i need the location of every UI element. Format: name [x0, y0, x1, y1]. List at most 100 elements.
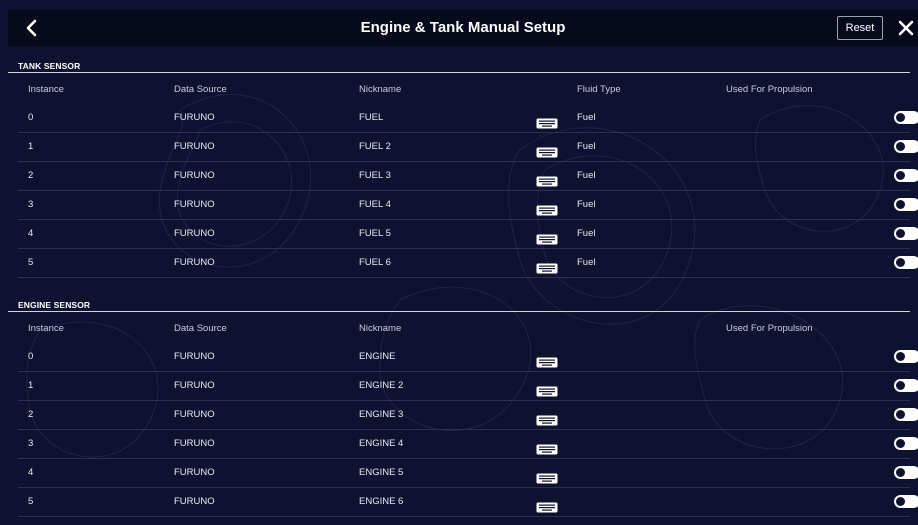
- propulsion-toggle[interactable]: [894, 379, 918, 392]
- keyboard-icon[interactable]: [536, 380, 558, 397]
- table-row: 4 FURUNO ENGINE 5: [18, 458, 918, 488]
- propulsion-toggle[interactable]: [894, 466, 918, 479]
- fluid-type-cell[interactable]: Fuel: [577, 132, 595, 161]
- engine-sensor-divider: [8, 311, 910, 312]
- table-row: 3 FURUNO FUEL 4 Fuel: [18, 190, 918, 220]
- table-row: 0 FURUNO FUEL Fuel: [18, 103, 918, 133]
- toggle-knob: [896, 200, 905, 209]
- toggle-knob: [896, 258, 905, 267]
- fluid-type-cell[interactable]: Fuel: [577, 219, 595, 248]
- data-source-cell: FURUNO: [174, 199, 215, 210]
- instance-cell: 2: [28, 170, 34, 181]
- fluid-type-cell[interactable]: Fuel: [577, 161, 595, 190]
- fluid-type-cell[interactable]: Fuel: [577, 248, 595, 277]
- col-propulsion-header: Used For Propulsion: [726, 84, 813, 95]
- engine-sensor-title: ENGINE SENSOR: [18, 300, 91, 310]
- col-instance-header: Instance: [28, 84, 64, 95]
- table-row: 5 FURUNO FUEL 6 Fuel: [18, 248, 918, 278]
- instance-cell: 3: [28, 199, 34, 210]
- instance-cell: 4: [28, 467, 34, 478]
- instance-cell: 2: [28, 409, 34, 420]
- keyboard-icon[interactable]: [536, 141, 558, 158]
- table-row: 5 FURUNO ENGINE 6: [18, 487, 918, 517]
- propulsion-toggle[interactable]: [894, 140, 918, 153]
- table-row: 4 FURUNO FUEL 5 Fuel: [18, 219, 918, 249]
- data-source-cell: FURUNO: [174, 228, 215, 239]
- fluid-type-cell[interactable]: Fuel: [577, 103, 595, 132]
- table-row: 0 FURUNO ENGINE: [18, 342, 918, 372]
- propulsion-toggle[interactable]: [894, 198, 918, 211]
- propulsion-toggle[interactable]: [894, 169, 918, 182]
- toggle-knob: [896, 352, 905, 361]
- nickname-cell[interactable]: ENGINE 2: [359, 371, 403, 400]
- col-instance-header: Instance: [28, 323, 64, 334]
- close-button[interactable]: [896, 18, 916, 38]
- nickname-cell[interactable]: ENGINE 6: [359, 487, 403, 516]
- keyboard-icon[interactable]: [536, 170, 558, 187]
- toggle-knob: [896, 468, 905, 477]
- close-icon: [898, 20, 914, 36]
- col-fluid-type-header: Fluid Type: [577, 84, 621, 95]
- toggle-knob: [896, 439, 905, 448]
- keyboard-icon[interactable]: [536, 112, 558, 129]
- keyboard-icon[interactable]: [536, 438, 558, 455]
- nickname-cell[interactable]: FUEL 5: [359, 219, 391, 248]
- table-row: 1 FURUNO ENGINE 2: [18, 371, 918, 401]
- nickname-cell[interactable]: FUEL 4: [359, 190, 391, 219]
- instance-cell: 0: [28, 351, 34, 362]
- instance-cell: 5: [28, 496, 34, 507]
- propulsion-toggle[interactable]: [894, 408, 918, 421]
- header-bar: Engine & Tank Manual Setup Reset: [8, 10, 918, 46]
- keyboard-icon[interactable]: [536, 496, 558, 513]
- toggle-knob: [896, 171, 905, 180]
- keyboard-icon[interactable]: [536, 351, 558, 368]
- propulsion-toggle[interactable]: [894, 350, 918, 363]
- instance-cell: 0: [28, 112, 34, 123]
- nickname-cell[interactable]: FUEL 6: [359, 248, 391, 277]
- data-source-cell: FURUNO: [174, 112, 215, 123]
- propulsion-toggle[interactable]: [894, 227, 918, 240]
- data-source-cell: FURUNO: [174, 496, 215, 507]
- nickname-cell[interactable]: ENGINE 5: [359, 458, 403, 487]
- nickname-cell[interactable]: FUEL: [359, 103, 383, 132]
- instance-cell: 1: [28, 141, 34, 152]
- page-title: Engine & Tank Manual Setup: [360, 19, 566, 36]
- data-source-cell: FURUNO: [174, 141, 215, 152]
- nickname-cell[interactable]: ENGINE: [359, 342, 395, 371]
- col-nickname-header: Nickname: [359, 84, 402, 95]
- reset-button[interactable]: Reset: [837, 16, 883, 40]
- fluid-type-cell[interactable]: Fuel: [577, 190, 595, 219]
- engine-header-row: Instance Data Source Nickname Used For P…: [18, 314, 910, 343]
- nickname-cell[interactable]: FUEL 3: [359, 161, 391, 190]
- propulsion-toggle[interactable]: [894, 437, 918, 450]
- table-row: 3 FURUNO ENGINE 4: [18, 429, 918, 459]
- nickname-cell[interactable]: ENGINE 3: [359, 400, 403, 429]
- keyboard-icon[interactable]: [536, 257, 558, 274]
- nickname-cell[interactable]: FUEL 2: [359, 132, 391, 161]
- data-source-cell: FURUNO: [174, 409, 215, 420]
- keyboard-icon[interactable]: [536, 199, 558, 216]
- table-row: 1 FURUNO FUEL 2 Fuel: [18, 132, 918, 162]
- data-source-cell: FURUNO: [174, 351, 215, 362]
- data-source-cell: FURUNO: [174, 257, 215, 268]
- propulsion-toggle[interactable]: [894, 256, 918, 269]
- keyboard-icon[interactable]: [536, 409, 558, 426]
- instance-cell: 1: [28, 380, 34, 391]
- table-row: 2 FURUNO FUEL 3 Fuel: [18, 161, 918, 191]
- toggle-knob: [896, 113, 905, 122]
- data-source-cell: FURUNO: [174, 438, 215, 449]
- toggle-knob: [896, 229, 905, 238]
- col-nickname-header: Nickname: [359, 323, 402, 334]
- keyboard-icon[interactable]: [536, 467, 558, 484]
- data-source-cell: FURUNO: [174, 170, 215, 181]
- propulsion-toggle[interactable]: [894, 111, 918, 124]
- tank-sensor-title: TANK SENSOR: [18, 61, 81, 71]
- propulsion-toggle[interactable]: [894, 495, 918, 508]
- instance-cell: 4: [28, 228, 34, 239]
- keyboard-icon[interactable]: [536, 228, 558, 245]
- instance-cell: 5: [28, 257, 34, 268]
- nickname-cell[interactable]: ENGINE 4: [359, 429, 403, 458]
- col-data-source-header: Data Source: [174, 323, 227, 334]
- tank-sensor-divider: [8, 72, 910, 73]
- col-propulsion-header: Used For Propulsion: [726, 323, 813, 334]
